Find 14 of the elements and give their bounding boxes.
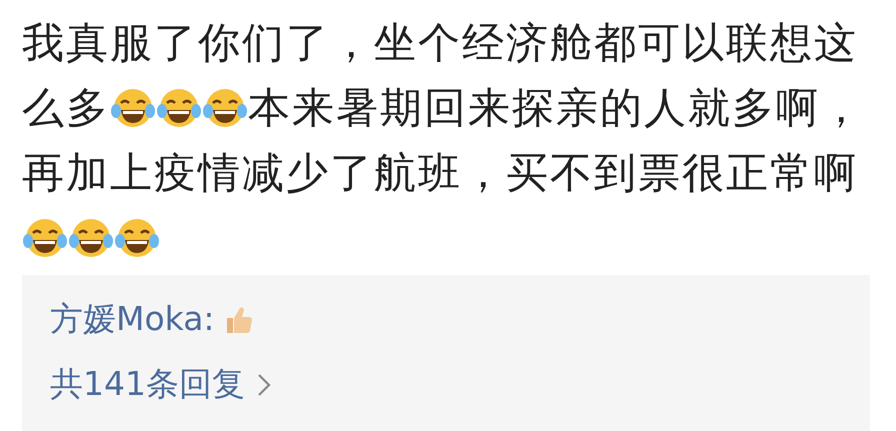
laughing-tears-emoji-icon xyxy=(111,86,155,128)
laughing-tears-emoji-icon xyxy=(115,216,159,258)
laughing-tears-emoji-icon xyxy=(23,216,67,258)
laughing-tears-emoji-icon xyxy=(203,86,247,128)
replies-count-link[interactable]: 共141条回复 xyxy=(50,362,271,407)
thumbs-up-icon xyxy=(224,304,253,334)
comment-text: 我真服了你们了，坐个经济舱都可以联想这 xyxy=(22,16,858,68)
laughing-tears-emoji-icon xyxy=(69,216,113,258)
comment-text: 本来暑期回来探亲的人就多啊， xyxy=(248,82,864,134)
chevron-right-icon xyxy=(257,372,271,396)
laughing-tears-emoji-icon xyxy=(157,86,201,128)
comment-text: 再加上疫情减少了航班，买不到票很正常啊 xyxy=(22,146,858,198)
reply-author[interactable]: 方媛Moka: xyxy=(50,297,215,342)
comment-text: 么多 xyxy=(22,82,110,134)
